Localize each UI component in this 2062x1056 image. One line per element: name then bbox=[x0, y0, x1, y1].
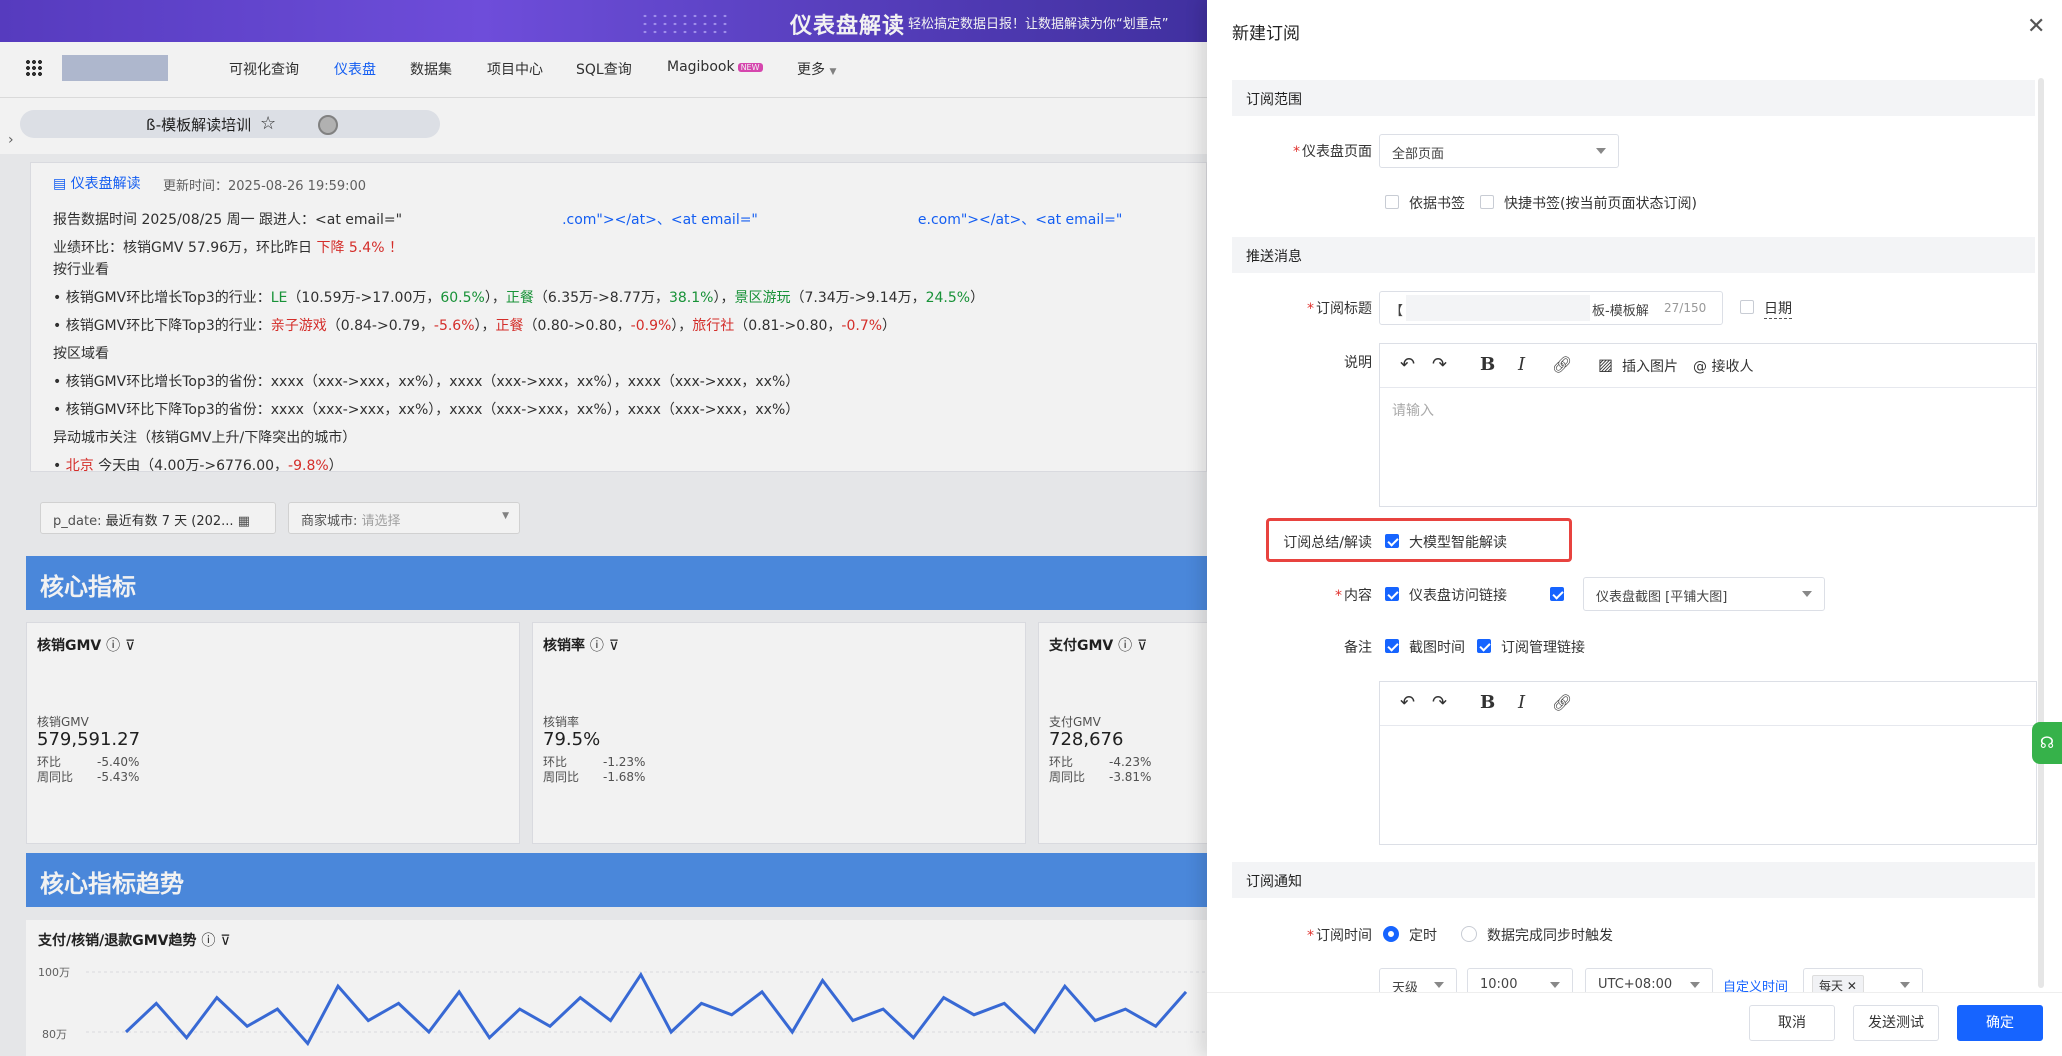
section-notify-title: 订阅通知 bbox=[1246, 874, 1302, 890]
sub-title-input[interactable]: 【 板-模板解 27/150 bbox=[1379, 291, 1723, 325]
required-mark: * bbox=[1335, 588, 1342, 604]
screenshot-select-value: 仪表盘截图 [平铺大图] bbox=[1596, 590, 1728, 605]
date-label: 日期 bbox=[1764, 298, 1792, 319]
image-icon[interactable]: ▨ bbox=[1598, 354, 1613, 376]
desc-label: 说明 bbox=[1344, 355, 1372, 371]
manage-link-label: 订阅管理链接 bbox=[1501, 640, 1585, 656]
required-mark: * bbox=[1307, 928, 1314, 944]
page-label: * 仪表盘页面 bbox=[1257, 141, 1372, 161]
sub-title-label: * 订阅标题 bbox=[1257, 298, 1372, 318]
screenshot-select[interactable]: 仪表盘截图 [平铺大图] bbox=[1583, 577, 1825, 611]
level-select[interactable]: 天级 bbox=[1379, 968, 1457, 996]
page-select-value: 全部页面 bbox=[1392, 147, 1445, 162]
insert-image-button[interactable]: 插入图片 bbox=[1622, 356, 1678, 376]
highlight-annotation-box bbox=[1266, 518, 1572, 562]
sub-title-label-text: 订阅标题 bbox=[1316, 301, 1372, 317]
confirm-button[interactable]: 确定 bbox=[1957, 1005, 2043, 1041]
redo-icon[interactable]: ↷ bbox=[1432, 692, 1447, 714]
chevron-down-icon bbox=[1690, 982, 1700, 988]
required-mark: * bbox=[1307, 301, 1314, 317]
timed-radio[interactable] bbox=[1383, 926, 1399, 942]
remark-label: 备注 bbox=[1344, 640, 1372, 656]
sub-title-suffix: 板-模板解 bbox=[1592, 304, 1649, 319]
manage-link-checkbox[interactable] bbox=[1477, 639, 1491, 653]
dashboard-background: 仪表盘解读 轻松搞定数据日报！让数据解读为你“划重点” 可视化查询 仪表盘 数据… bbox=[0, 0, 1207, 1056]
remark-toolbar: ↶ ↷ B I 🔗︎ bbox=[1380, 682, 2036, 726]
quick-bookmark-label: 快捷书签(按当前页面状态订阅) bbox=[1504, 196, 1697, 212]
chevron-down-icon bbox=[1596, 148, 1606, 154]
italic-icon[interactable]: I bbox=[1518, 354, 1525, 376]
daily-tag-label: 每天 bbox=[1819, 979, 1844, 993]
sync-trigger-label: 数据完成同步时触发 bbox=[1487, 928, 1613, 944]
shot-time-label: 截图时间 bbox=[1409, 640, 1465, 656]
content-label-text: 内容 bbox=[1344, 588, 1372, 604]
time-label: * 订阅时间 bbox=[1257, 925, 1372, 945]
repeat-select[interactable]: 每天 ✕ bbox=[1803, 968, 1923, 996]
cancel-button[interactable]: 取消 bbox=[1749, 1005, 1835, 1041]
redo-icon[interactable]: ↷ bbox=[1432, 354, 1447, 376]
chevron-down-icon bbox=[1550, 982, 1560, 988]
section-scope: 订阅范围 bbox=[1232, 80, 2035, 116]
quick-bookmark-checkbox[interactable] bbox=[1480, 195, 1494, 209]
time-label-text: 订阅时间 bbox=[1316, 928, 1372, 944]
redacted-text bbox=[1406, 295, 1590, 321]
drawer-scrollbar[interactable] bbox=[2038, 78, 2044, 988]
send-test-button[interactable]: 发送测试 bbox=[1853, 1005, 1939, 1041]
desc-placeholder: 请输入 bbox=[1392, 403, 1434, 419]
bookmark-label: 依据书签 bbox=[1409, 196, 1465, 212]
visit-link-label: 仪表盘访问链接 bbox=[1409, 588, 1507, 604]
section-scope-title: 订阅范围 bbox=[1246, 92, 1302, 108]
link-icon[interactable]: 🔗︎ bbox=[1552, 354, 1572, 376]
page-select[interactable]: 全部页面 bbox=[1379, 134, 1619, 168]
remark-editor[interactable]: ↶ ↷ B I 🔗︎ bbox=[1379, 681, 2037, 845]
chevron-down-icon bbox=[1900, 982, 1910, 988]
undo-icon[interactable]: ↶ bbox=[1400, 692, 1415, 714]
chevron-down-icon bbox=[1434, 982, 1444, 988]
link-icon[interactable]: 🔗︎ bbox=[1552, 692, 1572, 714]
bold-icon[interactable]: B bbox=[1480, 692, 1495, 714]
section-push: 推送消息 bbox=[1232, 237, 2035, 273]
chevron-down-icon bbox=[1802, 591, 1812, 597]
clock-select-value: 10:00 bbox=[1480, 977, 1518, 992]
headset-icon: ☊ bbox=[2039, 733, 2055, 752]
content-label: * 内容 bbox=[1257, 585, 1372, 605]
italic-icon[interactable]: I bbox=[1518, 692, 1525, 714]
page-label-text: 仪表盘页面 bbox=[1302, 144, 1372, 160]
drawer-footer: 取消 发送测试 确定 bbox=[1207, 992, 2062, 1056]
required-mark: * bbox=[1293, 144, 1300, 160]
bold-icon[interactable]: B bbox=[1480, 354, 1495, 376]
date-checkbox[interactable] bbox=[1740, 300, 1754, 314]
screenshot-checkbox[interactable] bbox=[1550, 587, 1564, 601]
drawer-title: 新建订阅 bbox=[1232, 24, 1300, 44]
section-notify: 订阅通知 bbox=[1232, 862, 2035, 898]
tag-close-icon[interactable]: ✕ bbox=[1847, 979, 1857, 993]
clock-select[interactable]: 10:00 bbox=[1467, 968, 1573, 994]
close-icon[interactable]: ✕ bbox=[2027, 16, 2045, 38]
sub-title-prefix: 【 bbox=[1390, 304, 1404, 319]
bookmark-checkbox[interactable] bbox=[1385, 195, 1399, 209]
timezone-select-value: UTC+08:00 bbox=[1598, 977, 1673, 992]
modal-mask[interactable] bbox=[0, 0, 1207, 1056]
mention-receiver-button[interactable]: @ 接收人 bbox=[1693, 356, 1753, 376]
undo-icon[interactable]: ↶ bbox=[1400, 354, 1415, 376]
desc-editor[interactable]: ↶ ↷ B I 🔗︎ ▨ 插入图片 @ 接收人 请输入 bbox=[1379, 343, 2037, 507]
timezone-select[interactable]: UTC+08:00 bbox=[1585, 968, 1713, 994]
shot-time-checkbox[interactable] bbox=[1385, 639, 1399, 653]
desc-toolbar: ↶ ↷ B I 🔗︎ ▨ 插入图片 @ 接收人 bbox=[1380, 344, 2036, 388]
char-counter: 27/150 bbox=[1664, 301, 1707, 315]
sync-trigger-radio[interactable] bbox=[1461, 926, 1477, 942]
timed-label: 定时 bbox=[1409, 928, 1437, 944]
section-push-title: 推送消息 bbox=[1246, 249, 1302, 265]
help-float-button[interactable]: ☊ bbox=[2032, 722, 2062, 764]
visit-link-checkbox[interactable] bbox=[1385, 587, 1399, 601]
